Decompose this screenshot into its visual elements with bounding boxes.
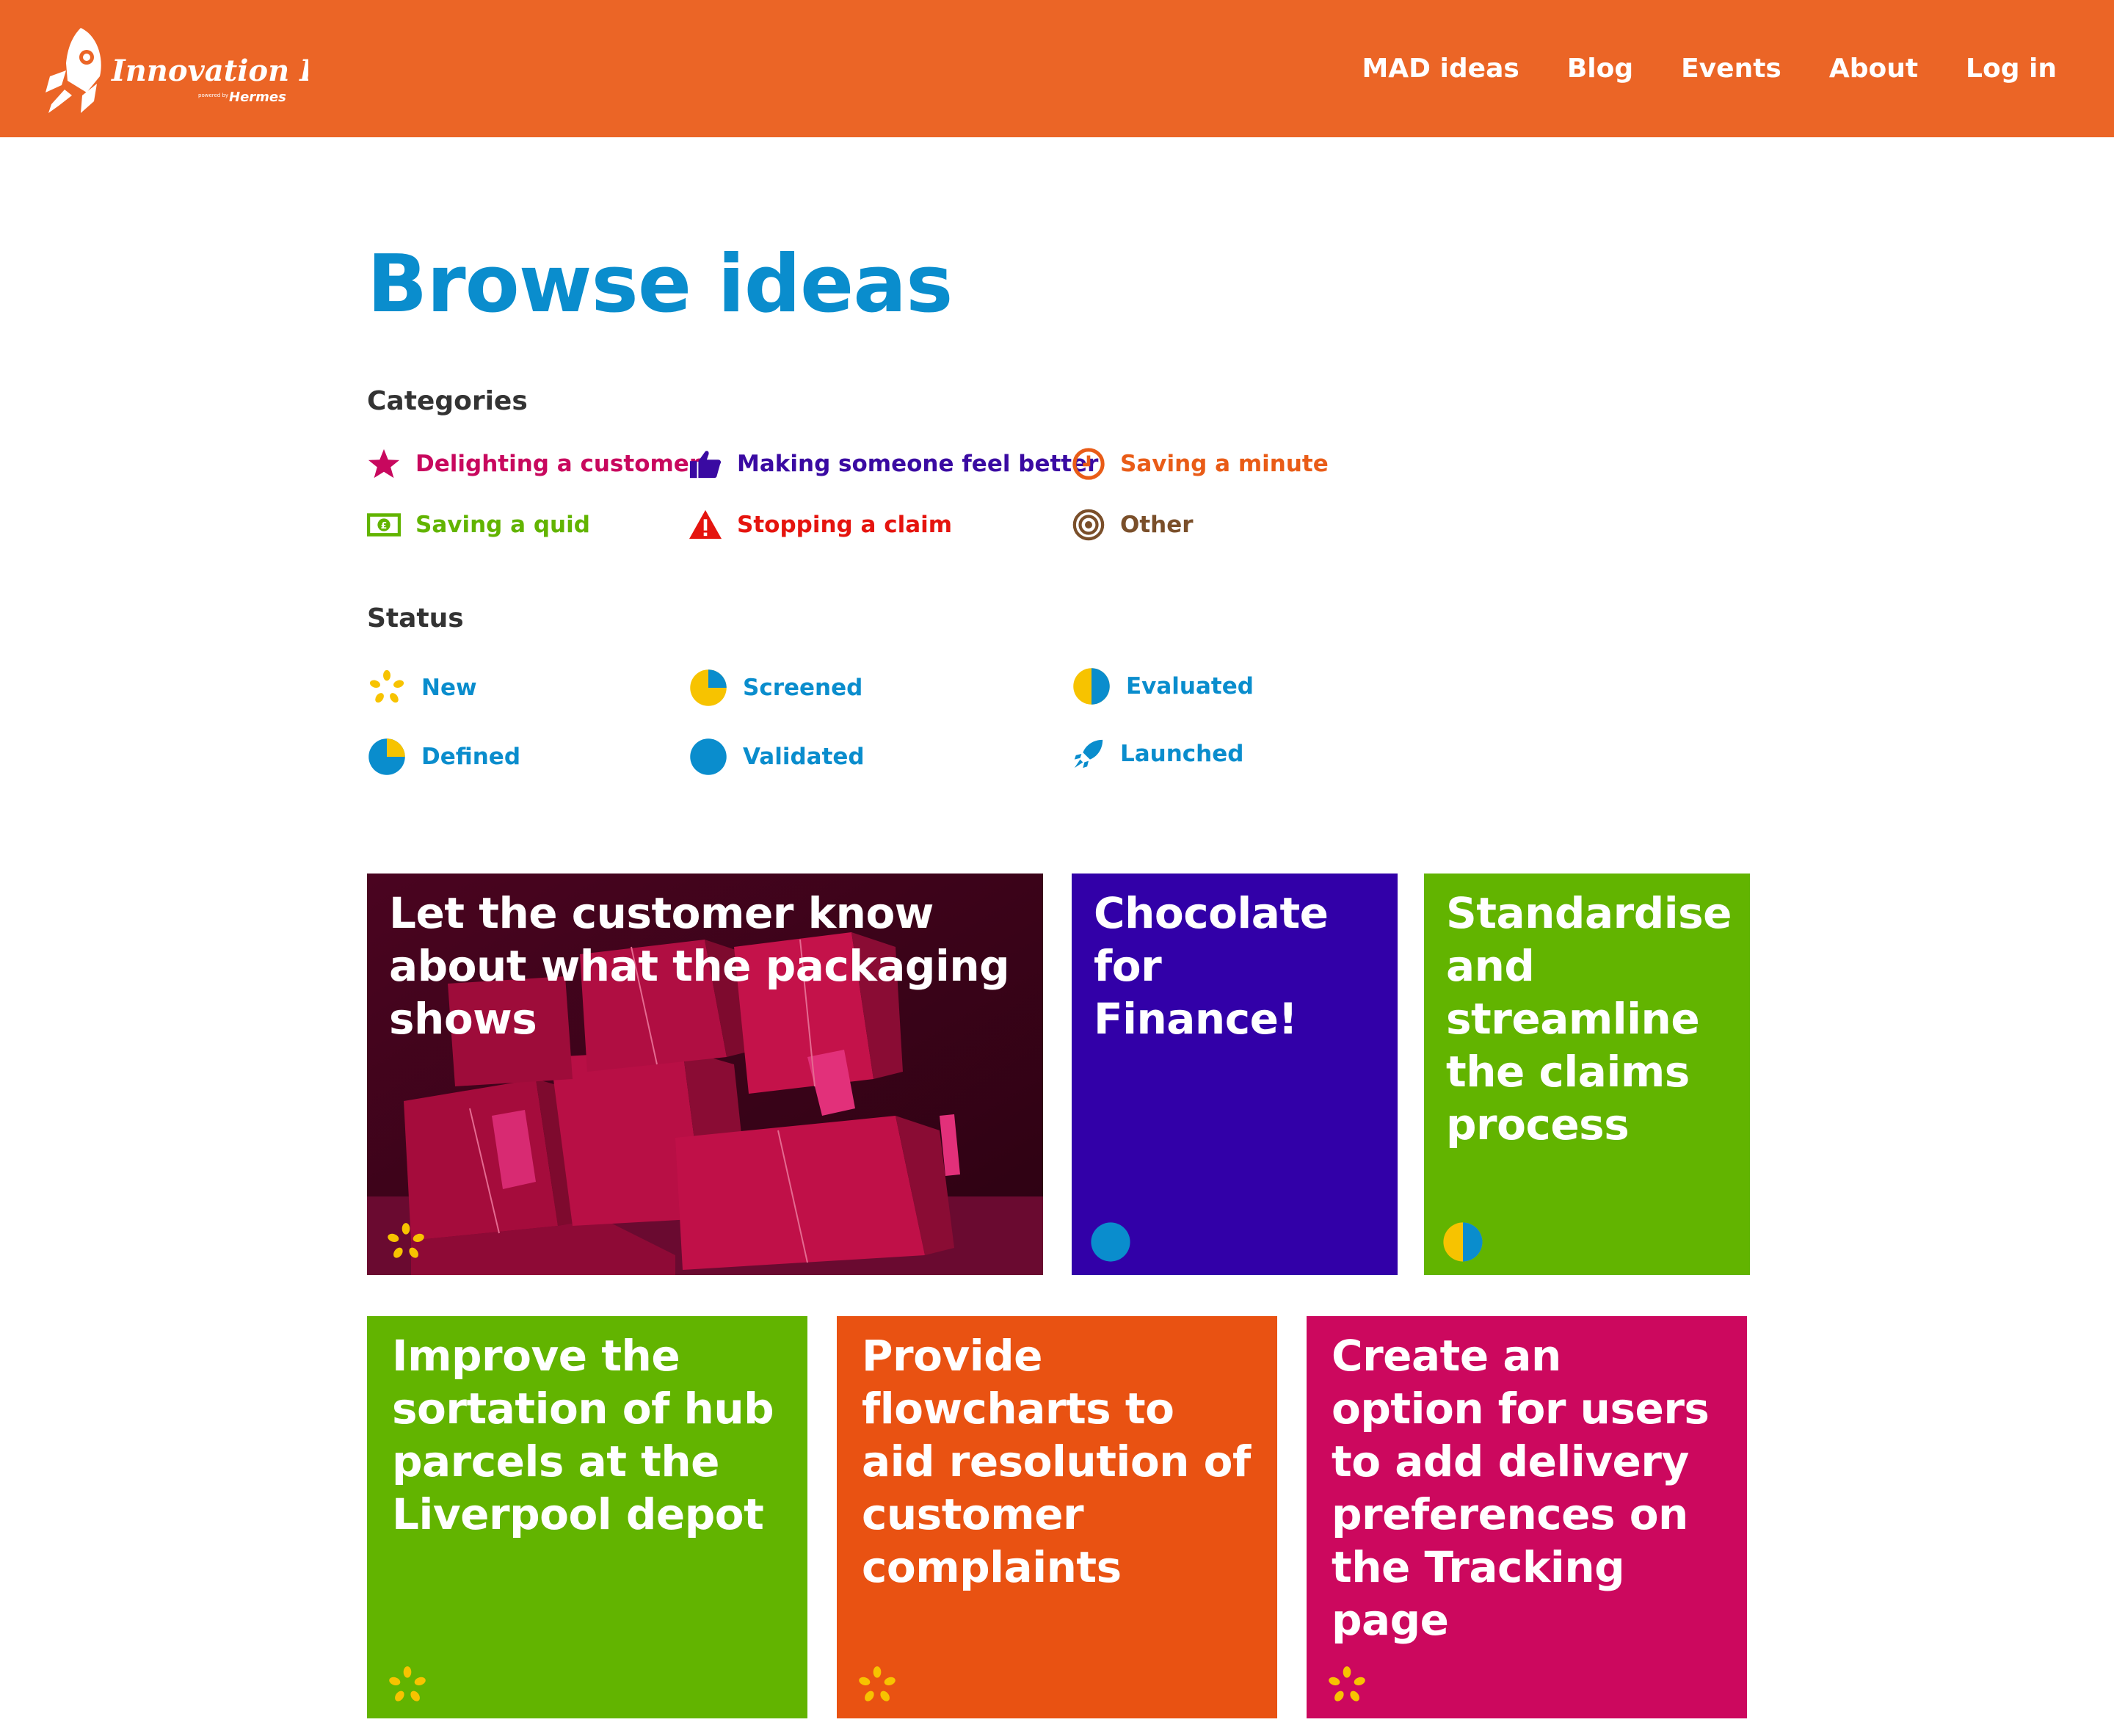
nav-about[interactable]: About <box>1829 54 1918 84</box>
status-evaluated[interactable]: Evaluated <box>1072 667 1254 706</box>
idea-title: Provide flowcharts to aid resolution of … <box>862 1331 1251 1592</box>
categories-heading: Categories <box>367 386 528 416</box>
category-other[interactable]: Other <box>1072 508 1194 542</box>
status-launched[interactable]: Launched <box>1072 737 1243 771</box>
svg-text:Innovation Lab: Innovation Lab <box>111 54 308 88</box>
category-making-someone-feel-better[interactable]: Making someone feel better <box>689 447 1098 481</box>
status-screened[interactable]: Screened <box>689 668 862 708</box>
sparkle-icon <box>1326 1664 1368 1707</box>
sparkle-icon <box>367 668 407 708</box>
rocket-icon <box>1072 737 1105 771</box>
status-heading: Status <box>367 603 464 633</box>
rocket-logo-icon: Innovation Lab powered by Hermes <box>46 28 360 113</box>
pie-half-icon <box>1442 1221 1484 1263</box>
nav-mad-ideas[interactable]: MAD ideas <box>1362 54 1519 84</box>
svg-text:£: £ <box>381 520 388 531</box>
pie-full-icon <box>689 737 728 777</box>
pie-full-icon <box>1089 1221 1132 1263</box>
idea-title: Chocolate for Finance! <box>1094 888 1329 1044</box>
banknote-icon: £ <box>367 508 401 542</box>
status-validated[interactable]: Validated <box>689 737 865 777</box>
nav-log-in[interactable]: Log in <box>1966 54 2057 84</box>
idea-card[interactable]: Improve the sortation of hub parcels at … <box>367 1316 807 1718</box>
idea-card[interactable]: Chocolate for Finance! <box>1072 874 1398 1275</box>
main-nav: MAD ideas Blog Events About Log in <box>1362 0 2057 137</box>
category-saving-a-quid[interactable]: £ Saving a quid <box>367 508 590 542</box>
status-new[interactable]: New <box>367 668 477 708</box>
nav-blog[interactable]: Blog <box>1567 54 1633 84</box>
pie-three-quarter-icon <box>367 737 407 777</box>
idea-title: Improve the sortation of hub parcels at … <box>392 1331 774 1539</box>
sparkle-icon <box>856 1664 898 1707</box>
sparkle-icon <box>385 1221 427 1263</box>
pie-quarter-icon <box>689 668 728 708</box>
page-title: Browse ideas <box>367 239 953 330</box>
category-delighting-a-customer[interactable]: Delighting a customer <box>367 447 700 481</box>
pie-half-icon <box>1072 667 1111 706</box>
site-header: Innovation Lab powered by Hermes MAD ide… <box>0 0 2114 137</box>
idea-card[interactable]: Create an option for users to add delive… <box>1307 1316 1747 1718</box>
category-stopping-a-claim[interactable]: Stopping a claim <box>689 508 952 542</box>
target-icon <box>1072 508 1105 542</box>
sparkle-icon <box>386 1664 429 1707</box>
idea-title: Standardise and streamline the claims pr… <box>1446 888 1732 1150</box>
nav-events[interactable]: Events <box>1681 54 1781 84</box>
idea-card[interactable]: Standardise and streamline the claims pr… <box>1424 874 1750 1275</box>
svg-text:Hermes: Hermes <box>229 90 286 105</box>
idea-title: Create an option for users to add delive… <box>1332 1331 1710 1645</box>
status-defined[interactable]: Defined <box>367 737 520 777</box>
idea-title: Let the customer know about what the pac… <box>389 888 1010 1044</box>
svg-text:powered by: powered by <box>198 92 228 98</box>
category-saving-a-minute[interactable]: Saving a minute <box>1072 447 1329 481</box>
thumbs-up-icon <box>689 447 722 481</box>
warning-icon <box>689 508 722 542</box>
clock-icon <box>1072 447 1105 481</box>
star-icon <box>367 447 401 481</box>
idea-card[interactable]: Let the customer know about what the pac… <box>367 874 1043 1275</box>
innovation-lab-logo[interactable]: Innovation Lab powered by Hermes <box>29 22 360 117</box>
idea-card[interactable]: Provide flowcharts to aid resolution of … <box>837 1316 1277 1718</box>
